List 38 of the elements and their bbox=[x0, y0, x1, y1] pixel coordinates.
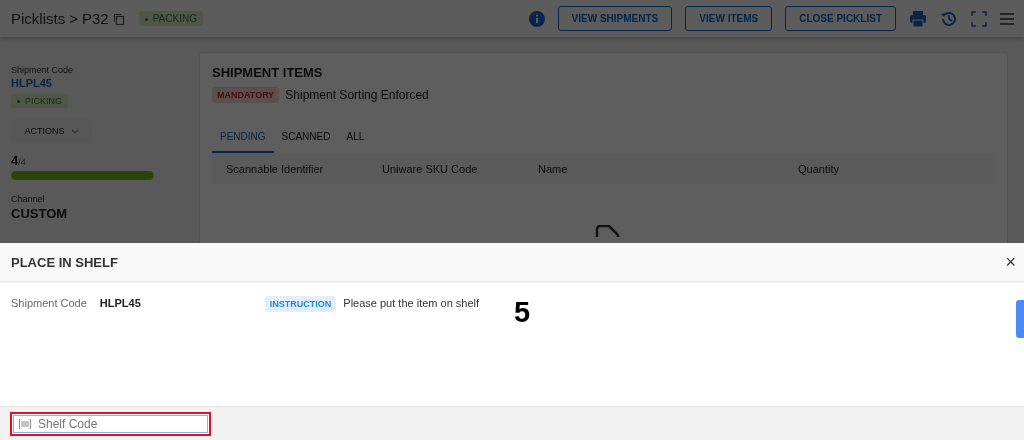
header-button[interactable]: VIEW SHIPMENTS bbox=[557, 6, 673, 31]
progress-count: 4/4 bbox=[11, 153, 26, 168]
document-icon bbox=[595, 225, 621, 237]
caret-icon bbox=[70, 129, 79, 135]
shipment-code-label: Shipment Code bbox=[11, 65, 74, 75]
column-header: Uniware SKU Code bbox=[382, 162, 479, 175]
close-button[interactable]: × bbox=[1001, 251, 1020, 273]
mandatory-tag: MANDATORY bbox=[212, 87, 280, 103]
shipment-code-value: HLPL45 bbox=[99, 297, 141, 309]
channel-value: CUSTOM bbox=[11, 206, 68, 221]
instruction-text: Please put the item on shelf bbox=[343, 297, 480, 309]
history-icon[interactable] bbox=[940, 9, 958, 28]
instruction-tag: INSTRUCTION bbox=[264, 296, 337, 312]
header-button[interactable]: VIEW ITEMS bbox=[685, 6, 773, 31]
column-header: Quantity bbox=[798, 162, 840, 175]
picklist-id: P32 bbox=[81, 10, 109, 27]
card-title: SHIPMENT ITEMS bbox=[212, 65, 324, 80]
menu-icon[interactable] bbox=[1000, 12, 1014, 25]
shipment-code-link[interactable]: HLPL45 bbox=[11, 77, 52, 89]
copy-icon[interactable] bbox=[112, 12, 125, 25]
print-icon[interactable] bbox=[909, 9, 927, 28]
tag-text: Shipment Sorting Enforced bbox=[285, 88, 429, 102]
breadcrumb-link[interactable]: Picklists bbox=[11, 10, 66, 27]
dialog-title: PLACE IN SHELF bbox=[11, 254, 118, 270]
info-icon[interactable] bbox=[528, 10, 545, 27]
shipment-code-label: Shipment Code bbox=[11, 297, 87, 309]
shelf-code-field[interactable]: Shelf Code bbox=[10, 411, 211, 436]
channel-label: Channel bbox=[11, 194, 45, 204]
column-header: Scannable Identifier bbox=[226, 162, 325, 175]
fullscreen-icon[interactable] bbox=[971, 10, 987, 27]
column-header: Name bbox=[538, 162, 569, 175]
header-button[interactable]: CLOSE PICKLIST bbox=[785, 6, 896, 31]
status-badge: PICKING bbox=[11, 94, 68, 108]
breadcrumb-separator: > bbox=[69, 10, 78, 27]
tab[interactable]: ALL bbox=[338, 131, 373, 153]
tab[interactable]: SCANNED bbox=[273, 131, 339, 153]
status-badge: PACKING bbox=[138, 11, 203, 26]
item-count: 5 bbox=[514, 296, 531, 329]
